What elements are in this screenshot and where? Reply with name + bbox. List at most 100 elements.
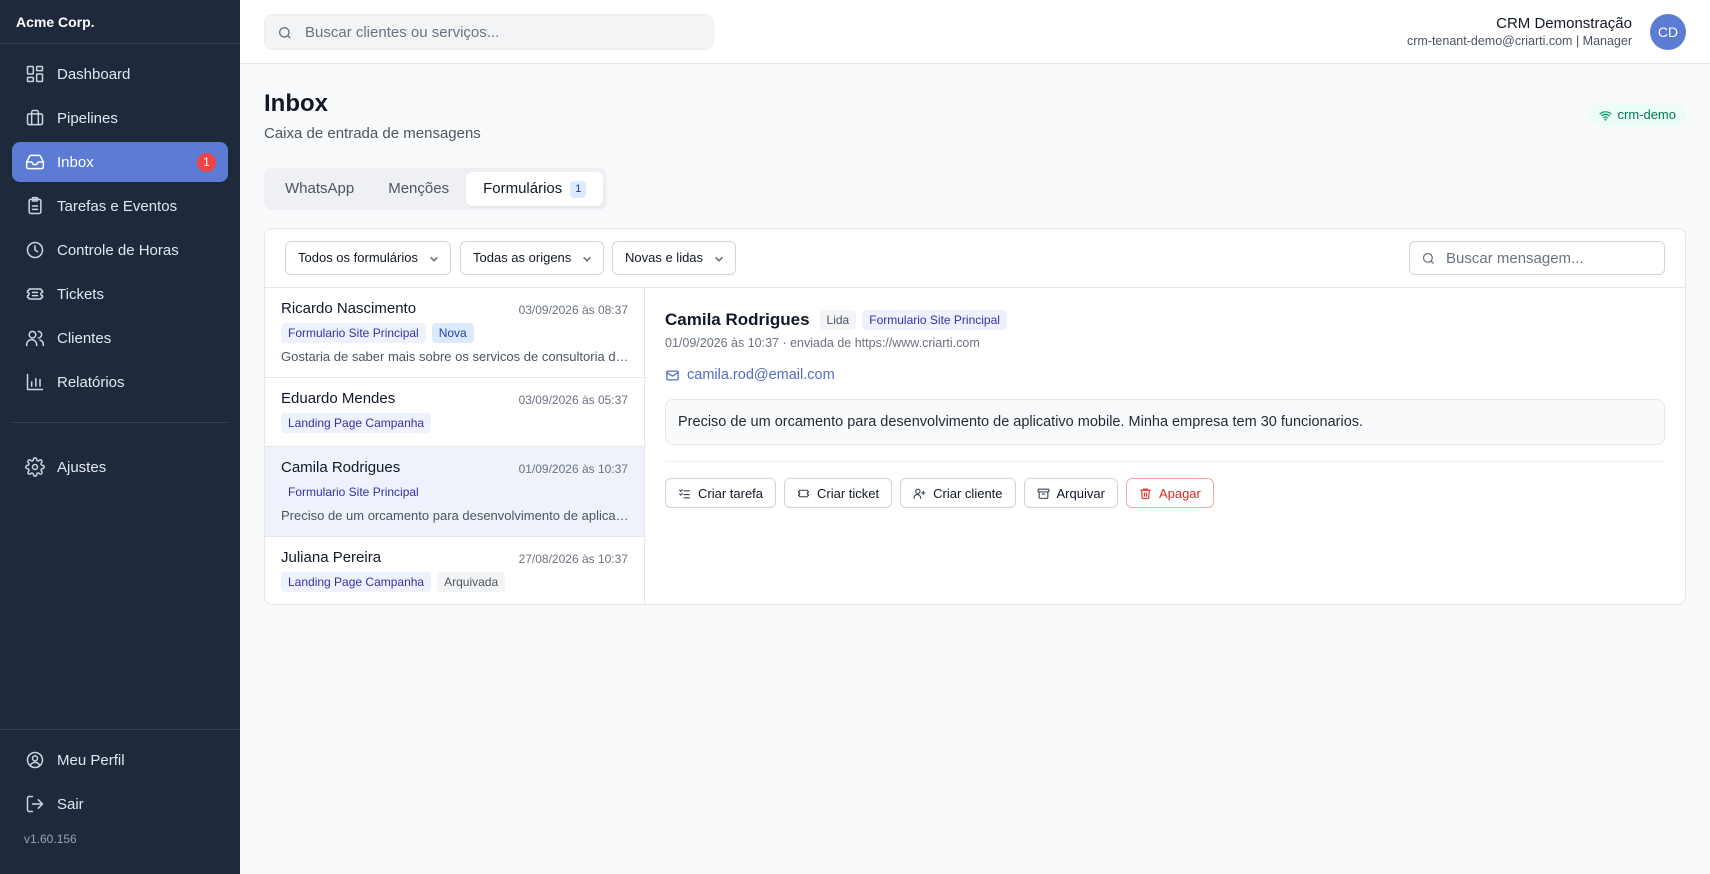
brand-name: Acme Corp. [0,0,240,44]
sidebar-item-label: Sair [57,795,84,813]
connection-badge: crm-demo [1589,104,1686,126]
sidebar-item-inbox[interactable]: Inbox 1 [12,142,228,182]
sidebar-item-logout[interactable]: Sair [12,784,228,824]
user-plus-icon [913,488,926,499]
read-status-badge: Lida [819,310,857,330]
tab-label: Formulários [483,180,563,197]
sidebar-item-time-tracking[interactable]: Controle de Horas [12,230,228,270]
detail-sender-name: Camila Rodrigues [665,310,810,329]
message-tags: Landing Page Campanha [281,413,628,433]
gear-icon [25,457,45,477]
message-date: 03/09/2026 às 08:37 [518,303,628,317]
tab-forms[interactable]: Formulários 1 [466,172,604,206]
user-name: CRM Demonstração [1496,15,1632,32]
list-check-icon [679,488,690,498]
create-client-button[interactable]: Criar cliente [900,478,1016,508]
inbox-icon [25,154,45,170]
list-item[interactable]: Ricardo Nascimento 03/09/2026 às 08:37 F… [265,288,644,378]
tab-mentions[interactable]: Menções [371,172,466,206]
list-item[interactable]: Juliana Pereira 27/08/2026 às 10:37 Land… [265,537,644,604]
sidebar-item-label: Tarefas e Eventos [57,197,178,215]
sidebar-item-clients[interactable]: Clientes [12,318,228,358]
form-tag: Formulario Site Principal [281,323,426,343]
tab-whatsapp[interactable]: WhatsApp [268,172,371,206]
page-subtitle: Caixa de entrada de mensagens [264,125,481,142]
sidebar-divider [12,422,228,423]
inbox-tabs: WhatsApp Menções Formulários 1 [264,168,608,210]
form-filter-value: Todos os formulários [298,250,418,265]
page-title: Inbox [264,90,328,117]
message-list: Ricardo Nascimento 03/09/2026 às 08:37 F… [265,288,645,604]
detail-divider [665,461,1665,462]
message-preview: Gostaria de saber mais sobre os servicos… [281,349,629,364]
message-search[interactable] [1409,241,1665,275]
mail-icon [666,370,679,380]
sidebar-item-label: Pipelines [57,109,118,127]
ticket-icon [26,288,44,300]
inbox-unread-badge: 1 [197,153,216,172]
connection-label: crm-demo [1617,107,1676,122]
message-date: 01/09/2026 às 10:37 [518,462,628,476]
filter-bar: Todos os formulários Todas as origens No… [265,229,1685,288]
message-date: 27/08/2026 às 10:37 [518,552,628,566]
tab-count-badge: 1 [570,180,587,198]
list-item-selected[interactable]: Camila Rodrigues 01/09/2026 às 10:37 For… [265,447,644,537]
detail-meta: 01/09/2026 às 10:37 · enviada de https:/… [665,336,980,350]
create-ticket-button[interactable]: Criar ticket [784,478,893,508]
global-search[interactable] [264,14,714,50]
create-task-button[interactable]: Criar tarefa [665,478,777,508]
logout-icon [26,795,44,813]
sidebar-item-label: Inbox [57,153,94,171]
sidebar-footer: Meu Perfil Sair v1.60.156 [0,729,240,874]
list-item[interactable]: Eduardo Mendes 03/09/2026 às 05:37 Landi… [265,378,644,447]
ticket-icon [798,489,809,497]
message-date: 03/09/2026 às 05:37 [518,393,628,407]
sidebar-item-label: Ajustes [57,458,107,476]
sidebar-item-pipelines[interactable]: Pipelines [12,98,228,138]
email-address: camila.rod@email.com [687,367,835,383]
archive-icon [1037,488,1049,499]
avatar[interactable]: CD [1650,14,1686,50]
sidebar-item-tasks[interactable]: Tarefas e Eventos [12,186,228,226]
origin-filter-select[interactable]: Todas as origens [460,241,605,275]
detail-email-link[interactable]: camila.rod@email.com [665,367,1667,383]
tab-label: Menções [388,180,450,197]
form-filter-select[interactable]: Todos os formulários [285,241,451,275]
sidebar-item-settings[interactable]: Ajustes [12,447,228,487]
sidebar-item-label: Clientes [57,329,112,347]
sidebar-item-dashboard[interactable]: Dashboard [12,54,228,94]
message-body: Preciso de um orcamento para desenvolvim… [665,399,1665,445]
message-tags: Landing Page Campanha Arquivada [281,572,628,592]
sidebar-item-label: Dashboard [57,65,131,83]
button-label: Apagar [1158,485,1201,501]
archive-button[interactable]: Arquivar [1023,478,1118,508]
bar-chart-icon [26,373,44,391]
delete-button[interactable]: Apagar [1125,478,1214,508]
sidebar-item-label: Relatórios [57,373,125,391]
sidebar: Acme Corp. Dashboard Pipelines Inbox 1 T… [0,0,240,874]
sidebar-item-reports[interactable]: Relatórios [12,362,228,402]
detail-header: Camila Rodrigues Lida Formulario Site Pr… [665,310,1667,330]
sidebar-item-profile[interactable]: Meu Perfil [12,740,228,780]
button-label: Criar cliente [933,485,1003,501]
app-version: v1.60.156 [24,832,77,846]
forms-inbox-panel: Todos os formulários Todas as origens No… [264,228,1686,605]
tab-label: WhatsApp [285,180,355,197]
chevron-down-icon [715,256,723,262]
status-badge: Arquivada [437,572,506,592]
status-filter-value: Novas e lidas [625,250,704,265]
form-tag: Formulario Site Principal [862,310,1007,330]
dashboard-icon [26,65,44,83]
sidebar-item-tickets[interactable]: Tickets [12,274,228,314]
message-search-input[interactable] [1446,242,1656,274]
top-bar: CRM Demonstração crm-tenant-demo@criarti… [240,0,1710,64]
status-filter-select[interactable]: Novas e lidas [612,241,737,275]
briefcase-icon [26,109,44,126]
message-preview: Preciso de um orcamento para desenvolvim… [281,508,629,523]
message-detail: Camila Rodrigues Lida Formulario Site Pr… [645,288,1685,604]
button-label: Criar tarefa [698,485,764,501]
message-tags: Formulario Site Principal Nova [281,323,628,343]
global-search-input[interactable] [305,15,705,49]
clock-icon [26,241,44,259]
trash-icon [1140,488,1151,499]
